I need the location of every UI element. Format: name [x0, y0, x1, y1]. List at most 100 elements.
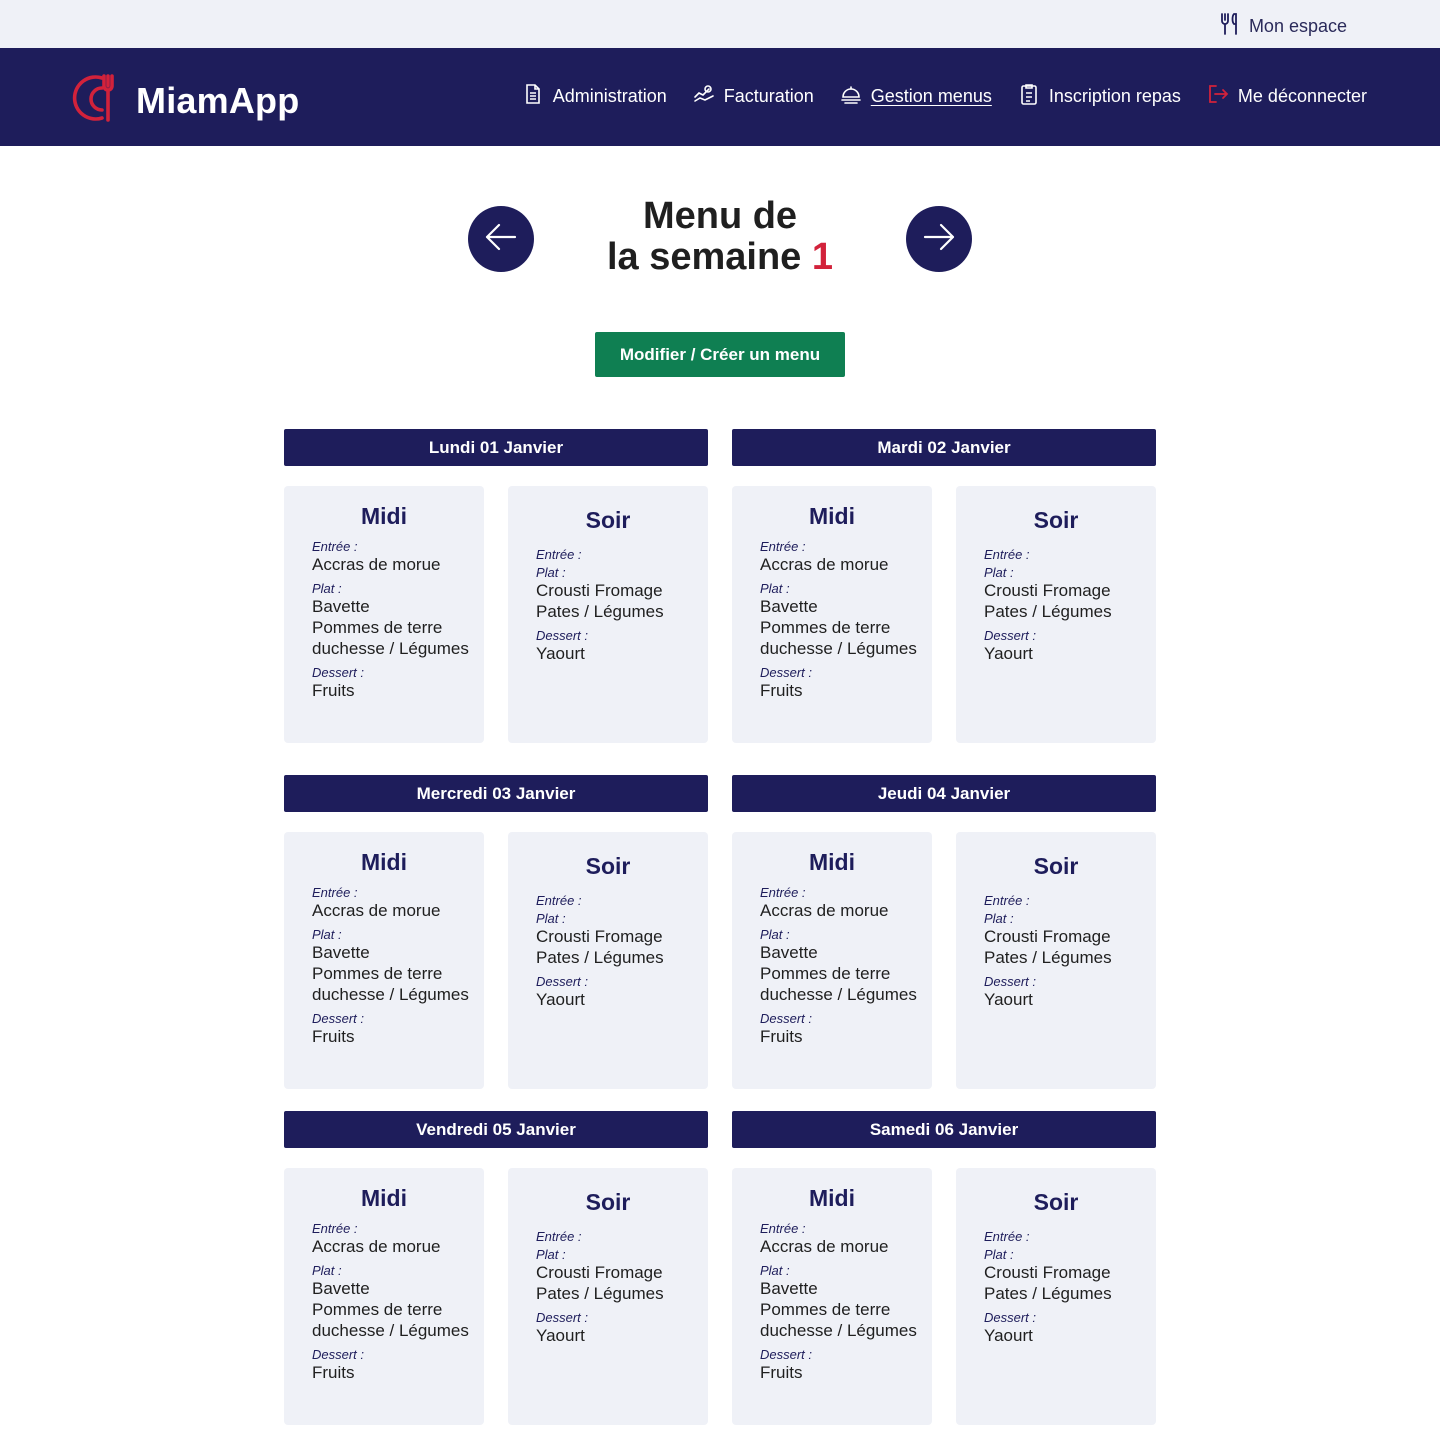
soir-card[interactable]: Soir Entrée : Plat : Crousti Fromage Pate… — [508, 1168, 708, 1425]
dessert-label: Dessert : — [984, 974, 1037, 989]
arrow-left-icon — [483, 219, 519, 260]
main-navbar: MiamApp Administration Facturation Gesti… — [0, 48, 1440, 146]
entree-label: Entrée : — [760, 539, 806, 554]
nav-administration[interactable]: Administration — [522, 83, 667, 110]
week-number: 1 — [811, 236, 834, 278]
payment-icon — [693, 83, 715, 110]
entree-label: Entrée : — [984, 1229, 1030, 1244]
midi-card[interactable]: Midi Entrée : Accras de morue Plat : Bav… — [732, 832, 932, 1089]
week-title-line2: la semaine 1 — [560, 237, 880, 278]
plat-value: Bavette — [760, 1279, 818, 1298]
day-header: Lundi 01 Janvier — [284, 429, 708, 466]
plat-label: Plat : — [312, 581, 342, 596]
meals: Midi Entrée : Accras de morue Plat : Bav… — [732, 1168, 1156, 1425]
dessert-value: Yaourt — [984, 644, 1033, 663]
mon-espace-link[interactable]: Mon espace — [1219, 12, 1347, 41]
nav-gestion-menus[interactable]: Gestion menus — [840, 83, 992, 110]
soir-title: Soir — [1033, 507, 1079, 533]
plat-value: duchesse / Légumes — [312, 985, 469, 1004]
previous-week-button[interactable] — [468, 206, 534, 272]
arrow-right-icon — [921, 219, 957, 260]
midi-title: Midi — [361, 1185, 407, 1211]
dessert-value: Fruits — [760, 1363, 803, 1382]
soir-card[interactable]: Soir Entrée : Plat : Crousti Fromage Pate… — [508, 486, 708, 743]
plat-value: Bavette — [760, 943, 818, 962]
plat-value: Crousti Fromage — [984, 581, 1111, 600]
dessert-value: Yaourt — [536, 644, 585, 663]
dessert-value: Fruits — [760, 1027, 803, 1046]
plat-value: Bavette — [312, 597, 370, 616]
midi-card[interactable]: Midi Entrée : Accras de morue Plat : Bav… — [284, 1168, 484, 1425]
midi-title: Midi — [361, 503, 407, 529]
nav-label: Inscription repas — [1048, 86, 1181, 106]
plat-value: Pates / Légumes — [536, 948, 664, 967]
plat-label: Plat : — [984, 1247, 1014, 1262]
plat-label: Plat : — [536, 565, 566, 580]
plat-value: Bavette — [760, 597, 818, 616]
plat-label: Plat : — [984, 911, 1014, 926]
dessert-label: Dessert : — [312, 1011, 365, 1026]
logo[interactable]: MiamApp — [72, 72, 299, 129]
soir-title: Soir — [585, 1189, 631, 1215]
plat-value: Pommes de terre — [760, 964, 891, 983]
dessert-value: Yaourt — [984, 1326, 1033, 1345]
plat-value: duchesse / Légumes — [760, 985, 917, 1004]
main-nav: Administration Facturation Gestion menus… — [522, 83, 1367, 110]
nav-facturation[interactable]: Facturation — [693, 83, 814, 110]
plat-value: Crousti Fromage — [536, 581, 663, 600]
plat-value: duchesse / Légumes — [312, 639, 469, 658]
day-header: Samedi 06 Janvier — [732, 1111, 1156, 1148]
plat-label: Plat : — [760, 581, 790, 596]
week-header: Menu de la semaine 1 — [0, 196, 1440, 286]
midi-card[interactable]: Midi Entrée : Accras de morue Plat : Bav… — [732, 1168, 932, 1425]
plat-value: duchesse / Légumes — [760, 639, 917, 658]
midi-card[interactable]: Midi Entrée : Accras de morue Plat : Bav… — [732, 486, 932, 743]
dessert-label: Dessert : — [760, 665, 813, 680]
soir-card[interactable]: Soir Entrée : Plat : Crousti Fromage Pate… — [508, 832, 708, 1089]
plat-value: Pates / Légumes — [984, 602, 1112, 621]
dessert-value: Yaourt — [536, 990, 585, 1009]
dessert-value: Yaourt — [536, 1326, 585, 1345]
day-header: Mercredi 03 Janvier — [284, 775, 708, 812]
day-header: Mardi 02 Janvier — [732, 429, 1156, 466]
soir-title: Soir — [1033, 853, 1079, 879]
dessert-label: Dessert : — [984, 628, 1037, 643]
nav-label: Gestion menus — [870, 86, 992, 106]
entree-label: Entrée : — [536, 547, 582, 562]
dessert-label: Dessert : — [312, 665, 365, 680]
meals: Midi Entrée : Accras de morue Plat : Bav… — [732, 486, 1156, 743]
dessert-value: Yaourt — [984, 990, 1033, 1009]
entree-label: Entrée : — [984, 547, 1030, 562]
logo-icon — [72, 72, 124, 129]
entree-value: Accras de morue — [760, 555, 889, 574]
plat-label: Plat : — [312, 927, 342, 942]
dessert-value: Fruits — [760, 681, 803, 700]
dessert-label: Dessert : — [760, 1011, 813, 1026]
soir-card[interactable]: Soir Entrée : Plat : Crousti Fromage Pate… — [956, 1168, 1156, 1425]
soir-card[interactable]: Soir Entrée : Plat : Crousti Fromage Pate… — [956, 486, 1156, 743]
nav-label: Me déconnecter — [1237, 86, 1367, 106]
entree-label: Entrée : — [536, 893, 582, 908]
entree-value: Accras de morue — [760, 901, 889, 920]
midi-card[interactable]: Midi Entrée : Accras de morue Plat : Bav… — [284, 832, 484, 1089]
midi-card[interactable]: Midi Entrée : Accras de morue Plat : Bav… — [284, 486, 484, 743]
entree-value: Accras de morue — [312, 1237, 441, 1256]
plat-value: Pommes de terre — [760, 1300, 891, 1319]
edit-create-menu-button[interactable]: Modifier / Créer un menu — [595, 332, 845, 377]
plat-value: Pates / Légumes — [536, 602, 664, 621]
page-title: Menu de la semaine 1 — [560, 196, 880, 278]
soir-title: Soir — [1033, 1189, 1079, 1215]
logout-icon — [1207, 83, 1229, 110]
meals: Midi Entrée : Accras de morue Plat : Bav… — [284, 832, 708, 1089]
next-week-button[interactable] — [906, 206, 972, 272]
nav-inscription-repas[interactable]: Inscription repas — [1018, 83, 1181, 110]
plat-value: Pates / Légumes — [536, 1284, 664, 1303]
midi-title: Midi — [361, 849, 407, 875]
nav-me-deconnecter[interactable]: Me déconnecter — [1207, 83, 1367, 110]
mon-espace-label: Mon espace — [1248, 16, 1347, 36]
plat-value: Bavette — [312, 1279, 370, 1298]
entree-label: Entrée : — [312, 539, 358, 554]
soir-card[interactable]: Soir Entrée : Plat : Crousti Fromage Pate… — [956, 832, 1156, 1089]
dessert-label: Dessert : — [536, 1310, 589, 1325]
soir-title: Soir — [585, 853, 631, 879]
